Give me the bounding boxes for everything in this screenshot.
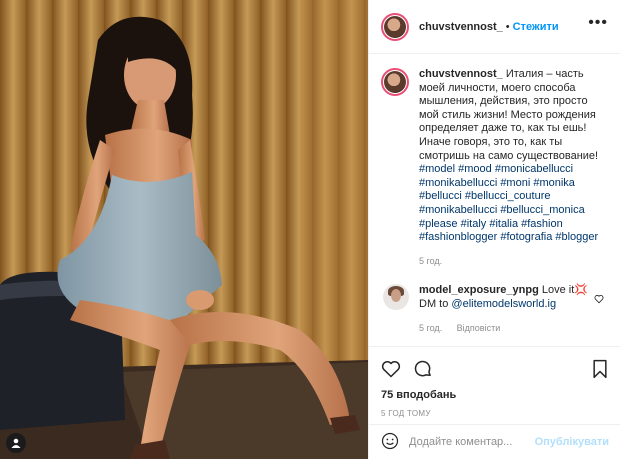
comment-mention[interactable]: @elitemodelsworld.ig <box>451 298 556 310</box>
comment-text: Love it <box>541 284 575 297</box>
comment-dm-text: DM to <box>419 297 449 310</box>
comment-age[interactable]: 5 год. <box>419 323 442 333</box>
comment-like-icon[interactable] <box>594 294 604 307</box>
comment-input[interactable]: Додайте коментар... <box>409 436 535 448</box>
caption-hashtags[interactable]: #model #mood #monicabellucci #monikabell… <box>419 163 598 243</box>
caption-body: chuvstvennost_ Италия – часть моей лично… <box>419 68 608 268</box>
heart-icon[interactable] <box>381 359 401 379</box>
avatar[interactable] <box>381 68 409 96</box>
list-item: model_exposure_ynpg Love it💢 DM to @elit… <box>381 284 608 335</box>
emoji-icon[interactable] <box>381 432 399 453</box>
likes-count[interactable]: 75 вподобань <box>381 389 609 401</box>
comments-section[interactable]: chuvstvennost_ Италия – часть моей лично… <box>369 54 620 350</box>
author-username[interactable]: chuvstvennost_ <box>419 21 503 33</box>
avatar[interactable] <box>383 284 409 311</box>
comment-body: model_exposure_ynpg Love it💢 DM to @elit… <box>419 284 608 335</box>
post-details-panel: chuvstvennost_ • Стежити ••• chuvstvenno… <box>368 0 620 459</box>
publish-button[interactable]: Опублікувати <box>535 436 609 448</box>
post-timestamp[interactable]: 5 ГОД ТОМУ <box>381 409 609 418</box>
comment-username[interactable]: model_exposure_ynpg <box>419 284 539 296</box>
anger-emoji: 💢 <box>574 284 589 297</box>
more-options-icon[interactable]: ••• <box>588 15 608 31</box>
reply-button[interactable]: Відповісти <box>457 323 501 333</box>
caption-age[interactable]: 5 год. <box>419 256 442 266</box>
comment-icon[interactable] <box>413 359 433 379</box>
bookmark-icon[interactable] <box>591 359 609 379</box>
action-bar: 75 вподобань 5 ГОД ТОМУ <box>369 346 620 424</box>
avatar[interactable] <box>381 12 409 41</box>
caption-username[interactable]: chuvstvennost_ <box>419 68 503 80</box>
caption-text: Италия – часть моей личности, моего спос… <box>419 68 599 162</box>
post-header: chuvstvennost_ • Стежити ••• <box>369 0 620 54</box>
caption: chuvstvennost_ Италия – часть моей лично… <box>381 68 608 268</box>
separator: • <box>505 20 510 33</box>
user-tag-icon[interactable] <box>6 433 26 453</box>
add-comment-bar: Додайте коментар... Опублікувати <box>369 424 620 459</box>
post-image[interactable] <box>0 0 368 459</box>
follow-button[interactable]: Стежити <box>513 21 559 33</box>
